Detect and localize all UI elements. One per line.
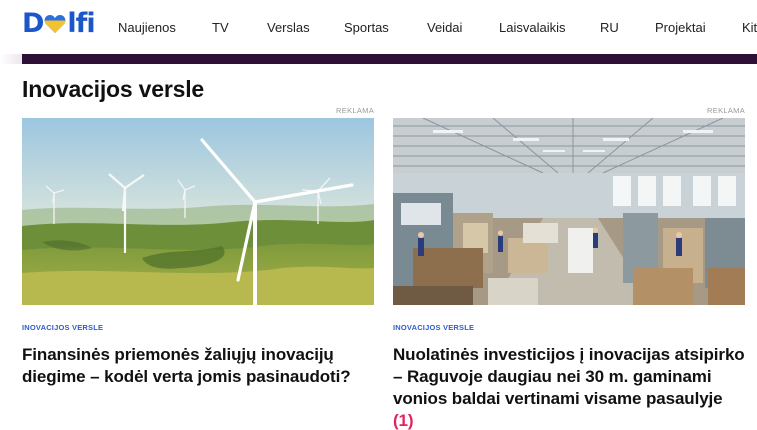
ad-label: REKLAMA xyxy=(336,106,374,115)
article-title[interactable]: Finansinės priemonės žaliųjų inovacijų d… xyxy=(22,344,374,388)
nav-item-naujienos[interactable]: Naujienos xyxy=(118,20,212,35)
comment-count[interactable]: (1) xyxy=(393,411,414,430)
nav-item-verslas[interactable]: Verslas xyxy=(267,20,344,35)
article-title[interactable]: Nuolatinės investicijos į inovacijas ats… xyxy=(393,344,745,430)
nav-item-projektai[interactable]: Projektai xyxy=(655,20,742,35)
heart-icon xyxy=(44,14,66,34)
delfi-logo[interactable]: D lfi xyxy=(22,9,98,39)
section-title[interactable]: Inovacijos versle xyxy=(22,76,204,103)
article-category[interactable]: INOVACIJOS VERSLE xyxy=(393,323,474,332)
main-nav: Naujienos TV Verslas Sportas Veidai Lais… xyxy=(118,0,757,54)
article-image-wind-turbines[interactable] xyxy=(22,118,374,305)
nav-item-tv[interactable]: TV xyxy=(212,20,267,35)
logo-text-right: lfi xyxy=(67,8,95,39)
nav-item-laisvalaikis[interactable]: Laisvalaikis xyxy=(499,20,600,35)
nav-item-sportas[interactable]: Sportas xyxy=(344,20,427,35)
article-image-factory[interactable] xyxy=(393,118,745,305)
top-navigation-bar: D lfi Naujienos TV Verslas Sportas Veida… xyxy=(0,0,757,54)
nav-item-ru[interactable]: RU xyxy=(600,20,655,35)
banner-strip xyxy=(22,54,757,64)
article-title-text[interactable]: Nuolatinės investicijos į inovacijas ats… xyxy=(393,345,745,408)
logo-text-left: D xyxy=(22,8,44,39)
banner-strip-fade xyxy=(0,54,22,64)
nav-item-kita[interactable]: Kit xyxy=(742,20,757,35)
ad-label: REKLAMA xyxy=(707,106,745,115)
nav-item-veidai[interactable]: Veidai xyxy=(427,20,499,35)
article-category[interactable]: INOVACIJOS VERSLE xyxy=(22,323,103,332)
